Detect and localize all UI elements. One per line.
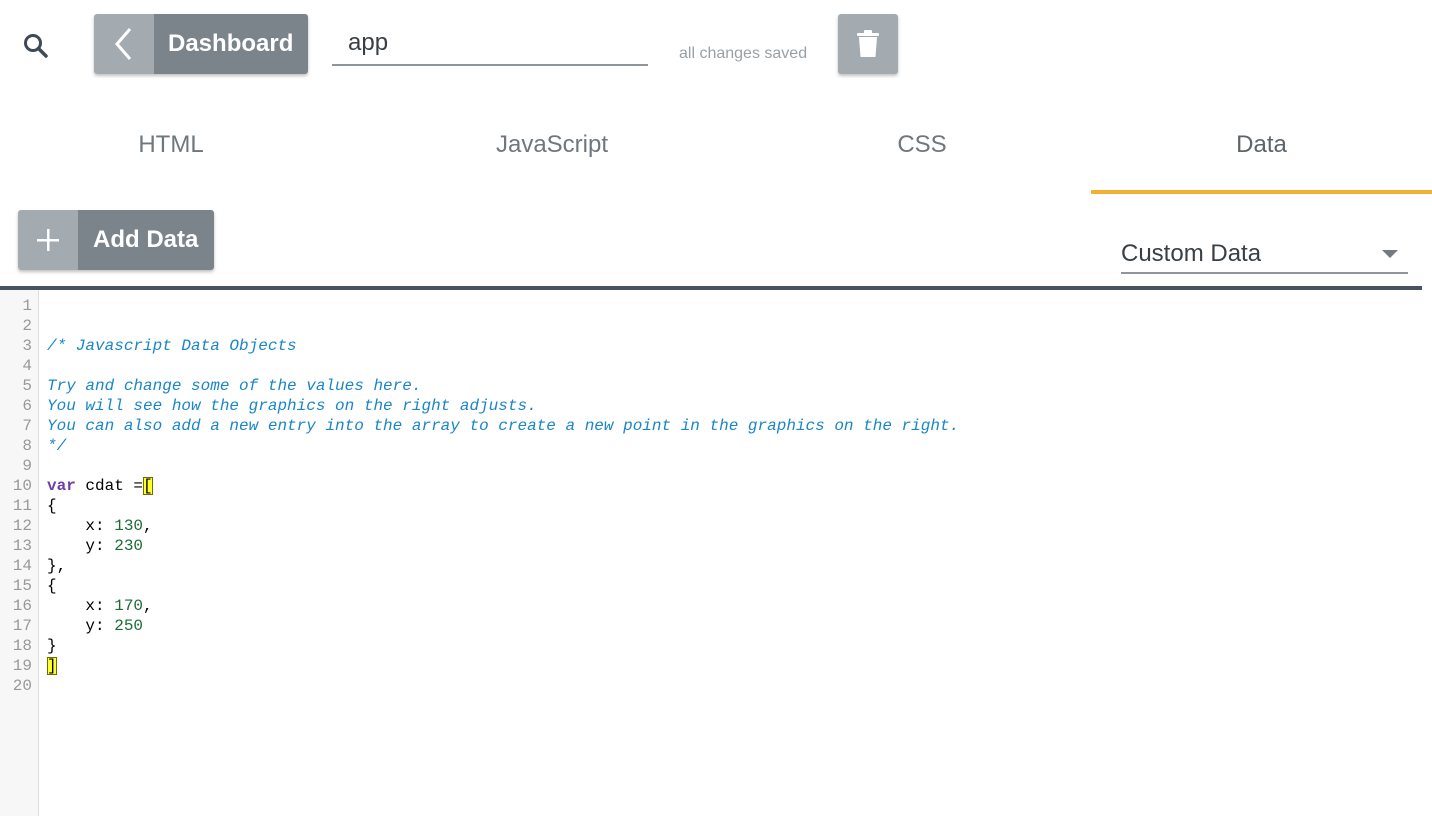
code-line: 10 var cdat =[ — [13, 476, 959, 496]
code-line: 7 You can also add a new entry into the a… — [22, 416, 960, 436]
matched-bracket-open: [ — [143, 477, 153, 495]
line-number: 3 — [22, 337, 32, 355]
code-line: 9 — [22, 456, 959, 476]
code-text: { — [47, 497, 57, 515]
search-button[interactable] — [18, 28, 54, 64]
line-number: 5 — [22, 377, 32, 395]
delete-button[interactable] — [838, 14, 898, 74]
tab-label: Data — [1236, 131, 1287, 158]
line-number: 10 — [12, 477, 32, 495]
code-area[interactable]: 1 2 3 /* Javascript Data Objects 4 5 Try a… — [13, 296, 960, 696]
code-text: x: — [47, 597, 115, 615]
tab-data[interactable]: Data — [1091, 110, 1432, 194]
line-number: 17 — [12, 617, 32, 635]
code-line: 19] — [13, 656, 959, 676]
code-line: 16 x: 170, — [13, 596, 959, 616]
code-text: x: — [47, 517, 115, 535]
save-status: all changes saved — [679, 45, 808, 62]
code-line: 8 */ — [22, 436, 959, 456]
tab-html[interactable]: HTML — [0, 110, 342, 194]
code-line: 11 { — [13, 496, 959, 516]
line-number: 9 — [22, 457, 32, 475]
code-text: }, — [47, 557, 67, 575]
code-line: 1 — [22, 296, 959, 316]
code-comment: */ — [47, 437, 67, 455]
code-text: y: — [47, 537, 115, 555]
code-line: 2 — [22, 316, 959, 336]
code-text: } — [47, 637, 57, 655]
code-text: , — [143, 597, 153, 615]
code-text: { — [47, 577, 57, 595]
data-source-select[interactable]: Custom Data — [1121, 236, 1408, 274]
plus-icon — [37, 229, 59, 251]
code-text: , — [143, 517, 153, 535]
chevron-left-icon — [115, 28, 132, 60]
code-line: 17 y: 250 — [13, 616, 959, 636]
tab-label: JavaScript — [495, 131, 609, 158]
code-number: 170 — [114, 597, 144, 615]
code-text: y: — [47, 617, 115, 635]
code-line: 13 y: 230 — [13, 536, 959, 556]
line-number: 11 — [12, 497, 32, 515]
line-number: 4 — [22, 357, 32, 375]
editor-tabs: HTML JavaScript CSS Data — [0, 110, 1432, 194]
app-name-input[interactable] — [332, 22, 648, 66]
matched-bracket-close: ] — [47, 657, 57, 675]
add-data-label: Add Data — [78, 210, 214, 270]
data-source-value: Custom Data — [1121, 240, 1262, 267]
line-number: 16 — [12, 597, 32, 615]
code-line: 6 You will see how the graphics on the ri… — [22, 396, 959, 416]
back-button-icon-area — [94, 14, 154, 74]
code-keyword: var — [47, 477, 76, 495]
code-comment: /* Javascript Data Objects — [47, 337, 297, 355]
search-icon — [24, 34, 48, 58]
dashboard-label: Dashboard — [154, 14, 308, 74]
code-text: cdat = — [75, 477, 144, 495]
code-line: 3 /* Javascript Data Objects — [22, 336, 959, 356]
add-button-icon-area — [18, 210, 78, 270]
code-line: 12 x: 130, — [13, 516, 959, 536]
tab-label: CSS — [897, 131, 947, 158]
code-number: 250 — [114, 617, 144, 635]
line-number: 7 — [22, 417, 32, 435]
line-number: 15 — [12, 577, 32, 595]
tab-javascript[interactable]: JavaScript — [362, 110, 742, 194]
dashboard-back-button[interactable]: Dashboard — [94, 14, 308, 74]
tab-css[interactable]: CSS — [752, 110, 1092, 194]
code-number: 130 — [114, 517, 144, 535]
app-root: Dashboard all changes saved HTML JavaScr… — [0, 0, 1432, 816]
trash-icon — [857, 30, 879, 57]
line-number: 12 — [12, 517, 32, 535]
line-number: 20 — [12, 677, 32, 695]
code-comment: You can also add a new entry into the ar… — [47, 417, 960, 435]
line-number: 6 — [22, 397, 32, 415]
code-comment: You will see how the graphics on the rig… — [47, 397, 537, 415]
code-editor[interactable]: 1 2 3 /* Javascript Data Objects 4 5 Try a… — [0, 290, 1432, 816]
line-number: 8 — [22, 437, 32, 455]
caret-down-icon — [1382, 250, 1398, 258]
line-number: 2 — [22, 317, 32, 335]
code-line: 18} — [13, 636, 959, 656]
code-comment: Try and change some of the values here. — [47, 377, 422, 395]
line-number: 13 — [12, 537, 32, 555]
tab-label: HTML — [138, 131, 204, 158]
code-line: 14}, — [13, 556, 959, 576]
line-number: 1 — [22, 297, 32, 315]
line-number: 18 — [12, 637, 32, 655]
code-line: 20 — [13, 676, 959, 696]
add-data-button[interactable]: Add Data — [18, 210, 214, 270]
line-number: 14 — [12, 557, 32, 575]
code-line: 5 Try and change some of the values here. — [22, 376, 959, 396]
code-line: 15 { — [13, 576, 959, 596]
line-number: 19 — [12, 657, 32, 675]
code-line: 4 — [22, 356, 959, 376]
code-number: 230 — [114, 537, 144, 555]
